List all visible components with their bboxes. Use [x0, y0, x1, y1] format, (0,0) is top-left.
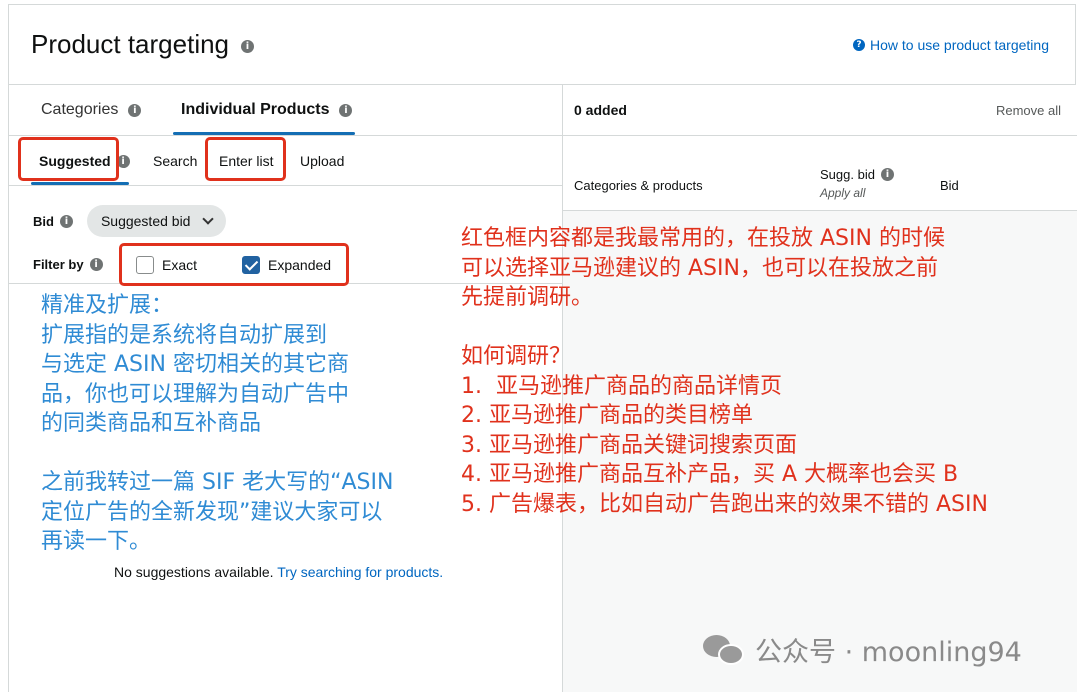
highlight-filter — [119, 243, 349, 286]
tab-categories-label: Categories — [41, 101, 119, 118]
tab-individual-products[interactable]: Individual Products i — [181, 101, 353, 119]
header: Product targeting i ? How to use product… — [9, 5, 1075, 85]
tab-individual-products-label: Individual Products — [181, 101, 330, 118]
chevron-down-icon — [202, 213, 215, 225]
added-bar: 0 added Remove all — [563, 85, 1077, 136]
bid-select-value: Suggested bid — [100, 213, 191, 229]
page-title: Product targeting — [31, 29, 230, 59]
column-sugg-bid-label: Sugg. bid — [820, 167, 875, 182]
info-icon[interactable]: i — [89, 258, 103, 271]
empty-state-text: No suggestions available. — [114, 564, 274, 580]
info-icon[interactable]: i — [241, 40, 254, 53]
remove-all-button[interactable]: Remove all — [996, 103, 1061, 118]
highlight-enter-list — [205, 137, 286, 181]
help-link-label: How to use product targeting — [870, 37, 1049, 53]
red-annotation: 红色框内容都是我最常用的，在投放 ASIN 的时候 可以选择亚马逊建议的 ASI… — [461, 226, 988, 517]
tab-upload[interactable]: Upload — [300, 153, 344, 169]
tab-categories[interactable]: Categories i — [41, 101, 142, 119]
active-tab-indicator — [173, 132, 355, 135]
wechat-icon — [703, 633, 745, 667]
search-products-link[interactable]: Try searching for products. — [277, 564, 443, 580]
column-categories-products: Categories & products — [574, 178, 703, 193]
column-bid: Bid — [940, 178, 959, 193]
added-count: 0 added — [574, 102, 627, 118]
column-sugg-bid: Sugg. bid i — [820, 167, 894, 182]
help-icon: ? — [853, 39, 865, 51]
bid-label: Bid — [33, 213, 54, 229]
highlight-suggested — [18, 137, 119, 181]
filter-row: Filter by i — [33, 257, 103, 272]
help-link[interactable]: ? How to use product targeting — [853, 37, 1049, 53]
bid-row: Bid i Suggested bid — [33, 205, 227, 237]
apply-all-link[interactable]: Apply all — [820, 186, 865, 200]
active-subtab-indicator — [31, 182, 129, 185]
table-header: Categories & products Sugg. bid i Apply … — [563, 136, 1077, 211]
watermark-text: 公众号 · moonling94 — [755, 637, 1022, 668]
tab-search[interactable]: Search — [153, 153, 197, 169]
empty-state: No suggestions available. Try searching … — [114, 564, 443, 580]
watermark: 公众号 · moonling94 — [703, 630, 1022, 669]
main-tabs: Categories i Individual Products i — [9, 85, 562, 136]
blue-annotation: 精准及扩展： 扩展指的是系统将自动扩展到 与选定 ASIN 密切相关的其它商 品… — [41, 293, 394, 554]
info-icon[interactable]: i — [339, 103, 353, 117]
info-icon[interactable]: i — [128, 103, 142, 117]
info-icon[interactable]: i — [880, 168, 894, 181]
info-icon[interactable]: i — [59, 214, 73, 228]
bid-select[interactable]: Suggested bid — [86, 205, 227, 237]
filter-label: Filter by — [33, 257, 84, 272]
